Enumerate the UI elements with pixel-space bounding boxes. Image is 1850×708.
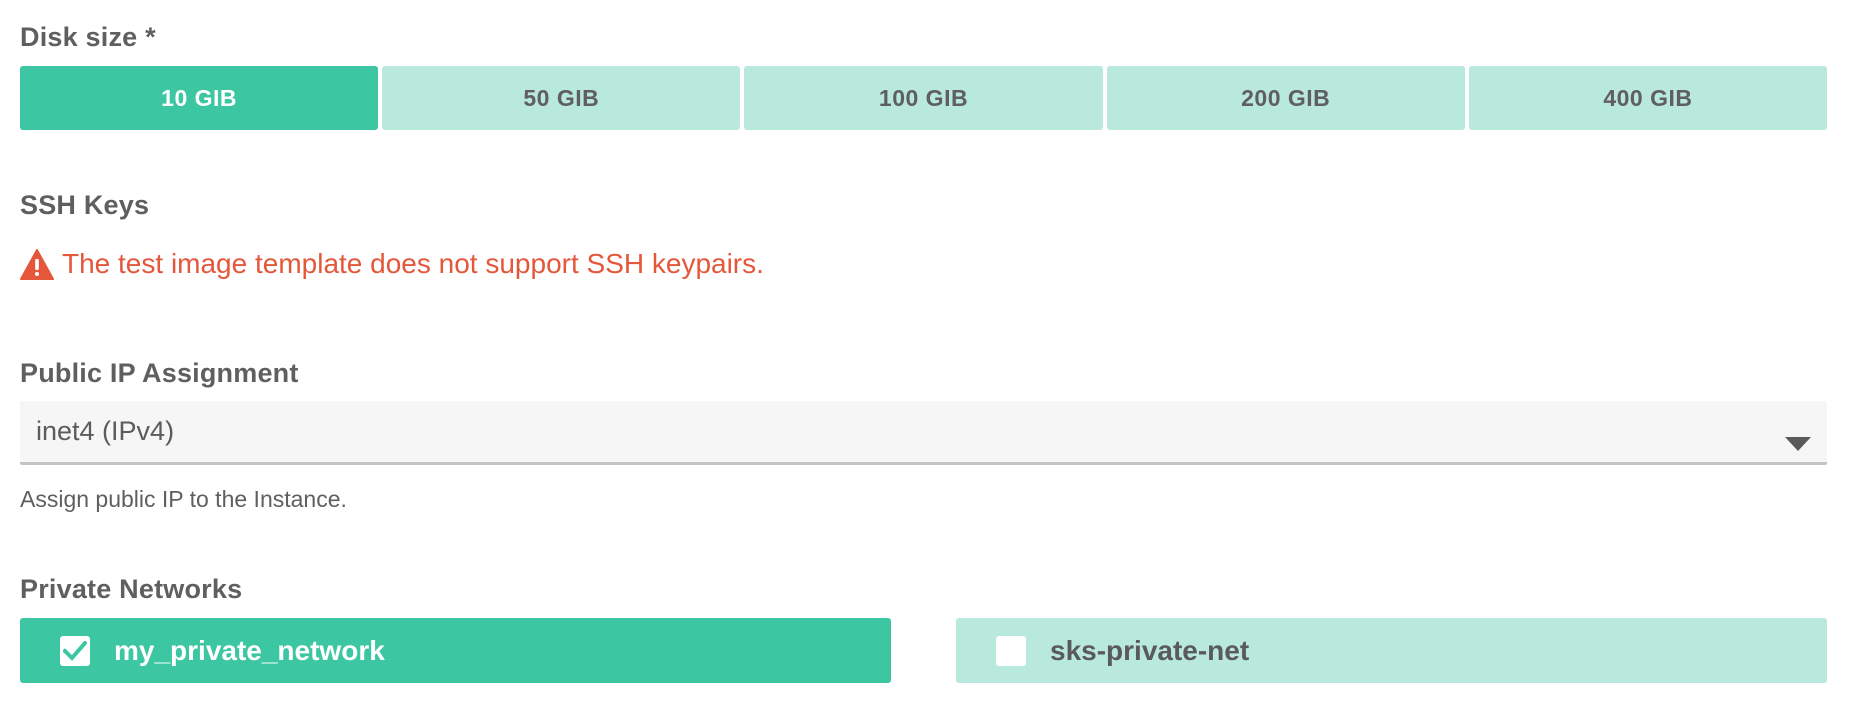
public-ip-select[interactable]: inet4 (IPv4) — [20, 401, 1827, 465]
public-ip-selected-value: inet4 (IPv4) — [36, 416, 175, 446]
disk-option-400gib[interactable]: 400 GIB — [1468, 66, 1828, 130]
checkbox-checked[interactable] — [60, 635, 90, 666]
checkbox-unchecked[interactable] — [996, 635, 1026, 666]
ssh-keys-label: SSH Keys — [20, 190, 150, 220]
ssh-warning: The test image template does not support… — [20, 248, 764, 280]
private-networks-label: Private Networks — [20, 574, 243, 604]
caret-down-icon — [1785, 427, 1811, 458]
checkmark-icon — [63, 640, 87, 661]
disk-option-10gib[interactable]: 10 GIB — [20, 66, 379, 130]
ssh-warning-text: The test image template does not support… — [62, 248, 764, 279]
disk-size-selector: 10 GIB 50 GIB 100 GIB 200 GIB 400 GIB — [20, 66, 1828, 130]
disk-option-50gib[interactable]: 50 GIB — [382, 66, 741, 130]
instance-form: Disk size * 10 GIB 50 GIB 100 GIB 200 GI… — [0, 0, 1850, 708]
public-ip-help: Assign public IP to the Instance. — [20, 486, 347, 512]
warning-triangle-icon — [20, 248, 54, 280]
network-label: my_private_network — [114, 634, 385, 666]
network-option-sks-private-net[interactable]: sks-private-net — [956, 618, 1827, 683]
disk-option-200gib[interactable]: 200 GIB — [1106, 66, 1465, 130]
network-label: sks-private-net — [1050, 634, 1250, 666]
disk-size-label: Disk size * — [20, 22, 156, 52]
network-option-my-private-network[interactable]: my_private_network — [20, 618, 891, 683]
disk-option-100gib[interactable]: 100 GIB — [744, 66, 1103, 130]
public-ip-label: Public IP Assignment — [20, 358, 299, 388]
private-networks-list: my_private_network sks-private-net — [20, 618, 1827, 683]
